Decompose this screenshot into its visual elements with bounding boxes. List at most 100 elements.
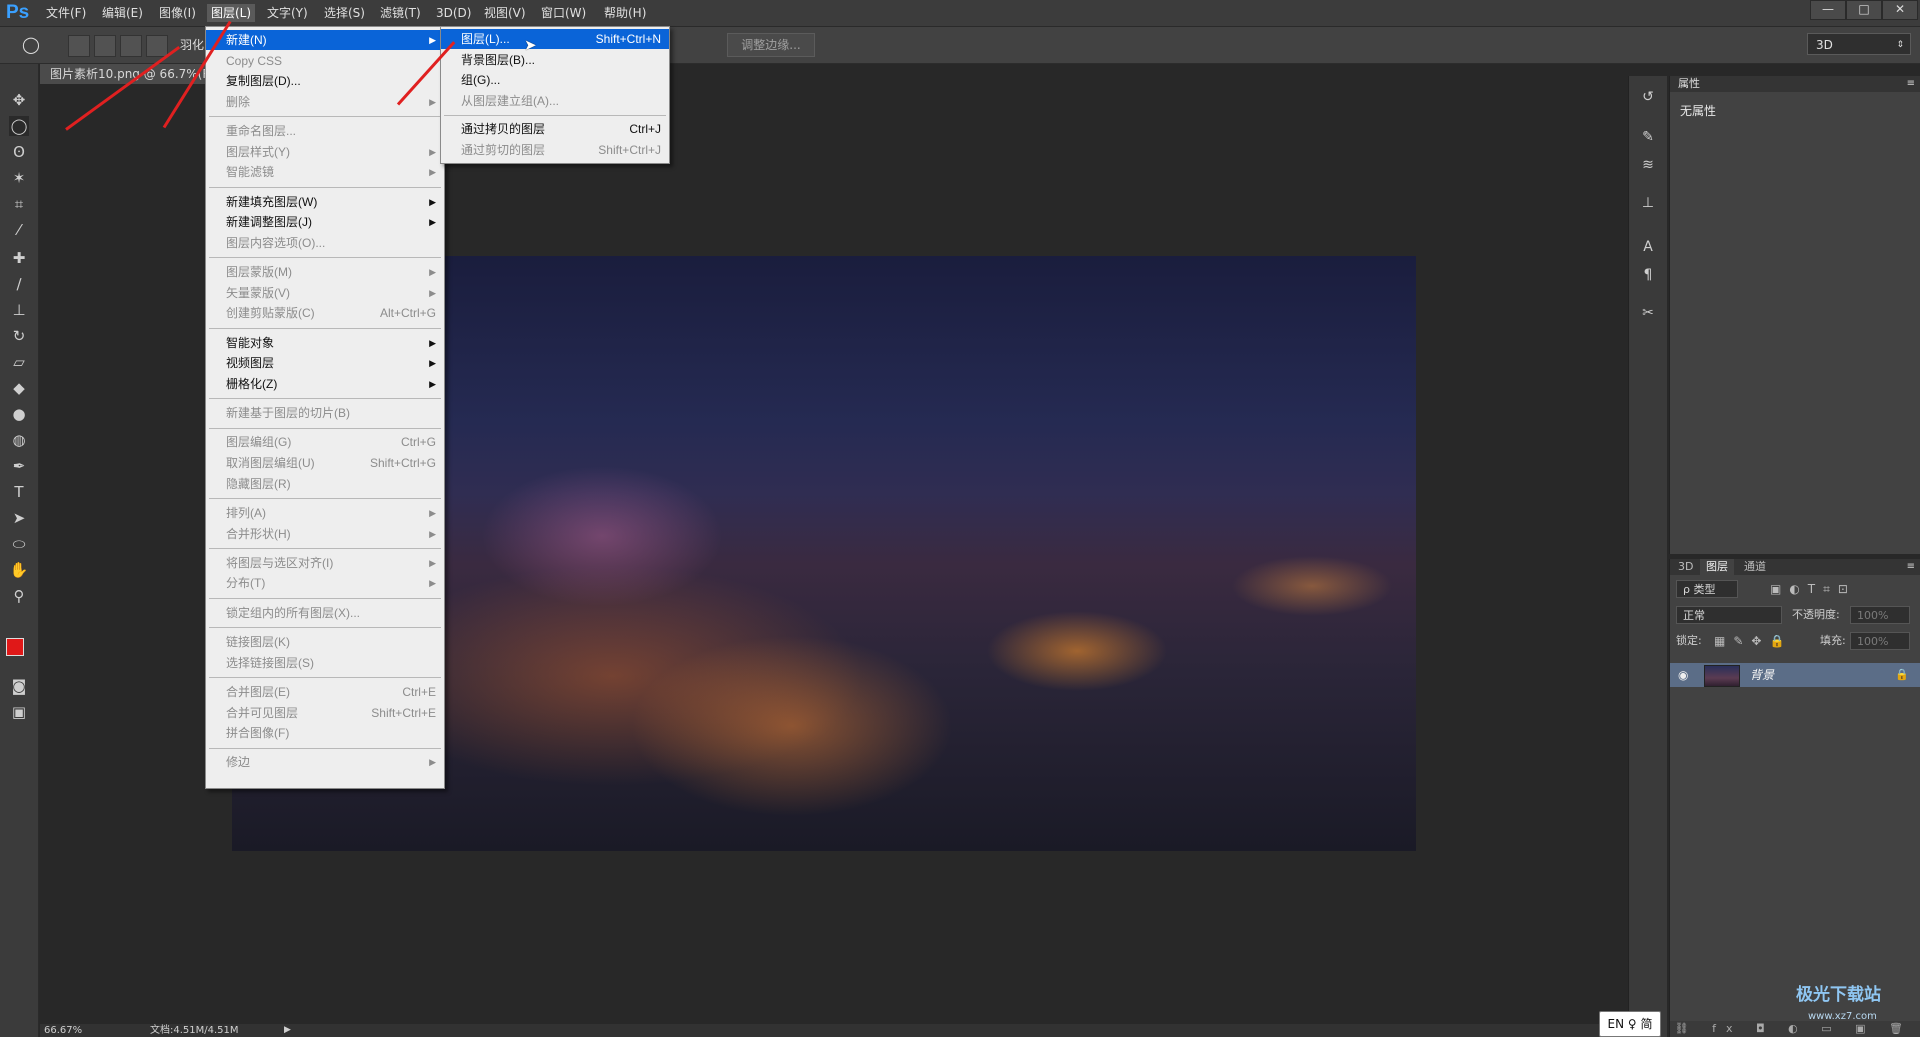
eyedropper-icon[interactable]: ⁄	[9, 220, 29, 240]
screen-mode-icon[interactable]: ▣	[9, 702, 29, 722]
blur-icon[interactable]: ●	[9, 404, 29, 424]
subtract-selection-icon[interactable]	[120, 35, 142, 57]
tool-presets-icon[interactable]: ✂	[1639, 304, 1657, 322]
dodge-icon[interactable]: ◍	[9, 430, 29, 450]
menu-window[interactable]: 窗口(W)	[537, 4, 590, 22]
move-icon[interactable]: ✥	[9, 90, 29, 110]
layer-menu-item-21[interactable]: 新建基于图层的切片(B)	[206, 403, 444, 423]
layer-menu-item-24[interactable]: 取消图层编组(U) Shift+Ctrl+G	[206, 453, 444, 473]
zoom-level[interactable]: 66.67%	[44, 1024, 82, 1037]
menu-select[interactable]: 选择(S)	[320, 4, 369, 22]
new-submenu-item-5[interactable]: 通过拷贝的图层 Ctrl+J	[441, 119, 669, 139]
type-icon[interactable]: T	[9, 482, 29, 502]
layer-menu-item-6[interactable]: 图层样式(Y) ▶	[206, 142, 444, 162]
history-brush-icon[interactable]: ↻	[9, 326, 29, 346]
shape-icon[interactable]: ⬭	[9, 534, 29, 554]
doc-size-info[interactable]: 文档:4.51M/4.51M	[150, 1024, 239, 1037]
new-submenu-item-2[interactable]: 组(G)...	[441, 70, 669, 90]
layer-menu-item-30[interactable]: 将图层与选区对齐(I) ▶	[206, 553, 444, 573]
new-submenu-item-6[interactable]: 通过剪切的图层 Shift+Ctrl+J	[441, 140, 669, 160]
layer-filter-icons[interactable]: ▣◐T⌗⊡	[1770, 580, 1910, 598]
path-select-icon[interactable]: ➤	[9, 508, 29, 528]
clone-source-icon[interactable]: ⊥	[1639, 194, 1657, 212]
pen-icon[interactable]: ✒	[9, 456, 29, 476]
new-submenu-item-1[interactable]: 背景图层(B)...	[441, 50, 669, 70]
properties-tab[interactable]: 属性	[1678, 76, 1700, 92]
brush-panel-icon[interactable]: ≋	[1639, 156, 1657, 174]
add-selection-icon[interactable]	[94, 35, 116, 57]
status-arrow-icon[interactable]: ▶	[284, 1024, 291, 1037]
layer-menu-item-36[interactable]: 选择链接图层(S)	[206, 653, 444, 673]
layer-menu-item-33[interactable]: 锁定组内的所有图层(X)...	[206, 603, 444, 623]
layer-menu-item-42[interactable]: 修边 ▶	[206, 752, 444, 772]
layer-menu-item-25[interactable]: 隐藏图层(R)	[206, 474, 444, 494]
layer-menu-item-2[interactable]: 复制图层(D)...	[206, 71, 444, 91]
panel-menu-icon[interactable]: ≡	[1907, 76, 1915, 92]
maximize-button[interactable]: □	[1846, 0, 1882, 20]
layer-menu-item-19[interactable]: 栅格化(Z) ▶	[206, 374, 444, 394]
magic-wand-icon[interactable]: ✶	[9, 168, 29, 188]
layer-menu-item-27[interactable]: 排列(A) ▶	[206, 503, 444, 523]
layer-menu-item-0[interactable]: 新建(N) ▶	[206, 30, 444, 50]
ellipse-marquee-preset-icon[interactable]: ◯	[20, 34, 42, 56]
crop-icon[interactable]: ⌗	[9, 194, 29, 214]
layer-menu-item-31[interactable]: 分布(T) ▶	[206, 573, 444, 593]
layer-menu-item-9[interactable]: 新建填充图层(W) ▶	[206, 192, 444, 212]
layer-menu-item-5[interactable]: 重命名图层...	[206, 121, 444, 141]
zoom-icon[interactable]: ⚲	[9, 586, 29, 606]
new-submenu-item-0[interactable]: 图层(L)... Shift+Ctrl+N	[441, 29, 669, 49]
menu-help[interactable]: 帮助(H)	[600, 4, 650, 22]
layer-menu-item-11[interactable]: 图层内容选项(O)...	[206, 233, 444, 253]
new-submenu-item-3[interactable]: 从图层建立组(A)...	[441, 91, 669, 111]
layer-menu-item-35[interactable]: 链接图层(K)	[206, 632, 444, 652]
menu-image[interactable]: 图像(I)	[155, 4, 200, 22]
tab-channels[interactable]: 通道	[1738, 559, 1772, 575]
menu-view[interactable]: 视图(V)	[480, 4, 530, 22]
menu-layer[interactable]: 图层(L)	[207, 4, 256, 22]
lock-icons[interactable]: ▦✎✥🔒	[1714, 632, 1792, 650]
layer-row-background[interactable]: ◉ 背景 🔒	[1670, 663, 1920, 687]
layer-menu-item-23[interactable]: 图层编组(G) Ctrl+G	[206, 432, 444, 452]
hand-icon[interactable]: ✋	[9, 560, 29, 580]
layer-menu-item-1[interactable]: Copy CSS	[206, 51, 444, 71]
layer-menu-item-38[interactable]: 合并图层(E) Ctrl+E	[206, 682, 444, 702]
fill-input[interactable]: 100%	[1850, 632, 1910, 650]
layer-menu-item-40[interactable]: 拼合图像(F)	[206, 723, 444, 743]
menu-type[interactable]: 文字(Y)	[263, 4, 312, 22]
layer-menu-item-18[interactable]: 视频图层 ▶	[206, 353, 444, 373]
adjust-edge-button[interactable]: 调整边缘...	[727, 33, 815, 57]
tab-3d[interactable]: 3D	[1672, 559, 1699, 575]
layers-menu-icon[interactable]: ≡	[1907, 559, 1915, 575]
workspace-select[interactable]: 3D ⇕	[1807, 33, 1911, 55]
stamp-icon[interactable]: ⊥	[9, 300, 29, 320]
paragraph-panel-icon[interactable]: ¶	[1639, 266, 1657, 284]
opacity-input[interactable]: 100%	[1850, 606, 1910, 624]
intersect-selection-icon[interactable]	[146, 35, 168, 57]
visibility-eye-icon[interactable]: ◉	[1678, 663, 1688, 687]
layer-menu-item-13[interactable]: 图层蒙版(M) ▶	[206, 262, 444, 282]
lasso-icon[interactable]: ʘ	[9, 142, 29, 162]
menu-filter[interactable]: 滤镜(T)	[376, 4, 425, 22]
layer-menu-item-14[interactable]: 矢量蒙版(V) ▶	[206, 283, 444, 303]
character-panel-icon[interactable]: A	[1639, 238, 1657, 256]
layer-filter-select[interactable]: ρ 类型	[1676, 580, 1738, 598]
input-method-indicator[interactable]: EN ♀ 简	[1599, 1011, 1661, 1037]
layer-name[interactable]: 背景	[1750, 663, 1774, 687]
minimize-button[interactable]: —	[1810, 0, 1846, 20]
brush-presets-icon[interactable]: ✎	[1639, 128, 1657, 146]
brush-icon[interactable]: ∕	[9, 274, 29, 294]
tab-layers[interactable]: 图层	[1700, 559, 1734, 575]
bucket-icon[interactable]: ◆	[9, 378, 29, 398]
blend-mode-select[interactable]: 正常	[1676, 606, 1782, 624]
close-button[interactable]: ✕	[1882, 0, 1918, 20]
marquee-icon[interactable]: ◯	[9, 116, 29, 136]
history-panel-icon[interactable]: ↺	[1639, 88, 1657, 106]
layer-menu-item-7[interactable]: 智能滤镜 ▶	[206, 162, 444, 182]
menu-file[interactable]: 文件(F)	[42, 4, 90, 22]
new-selection-icon[interactable]	[68, 35, 90, 57]
quick-mask-icon[interactable]: ◙	[9, 676, 29, 696]
layer-menu-item-39[interactable]: 合并可见图层 Shift+Ctrl+E	[206, 703, 444, 723]
menu-edit[interactable]: 编辑(E)	[98, 4, 147, 22]
layer-menu-item-28[interactable]: 合并形状(H) ▶	[206, 524, 444, 544]
layer-menu-item-15[interactable]: 创建剪贴蒙版(C) Alt+Ctrl+G	[206, 303, 444, 323]
